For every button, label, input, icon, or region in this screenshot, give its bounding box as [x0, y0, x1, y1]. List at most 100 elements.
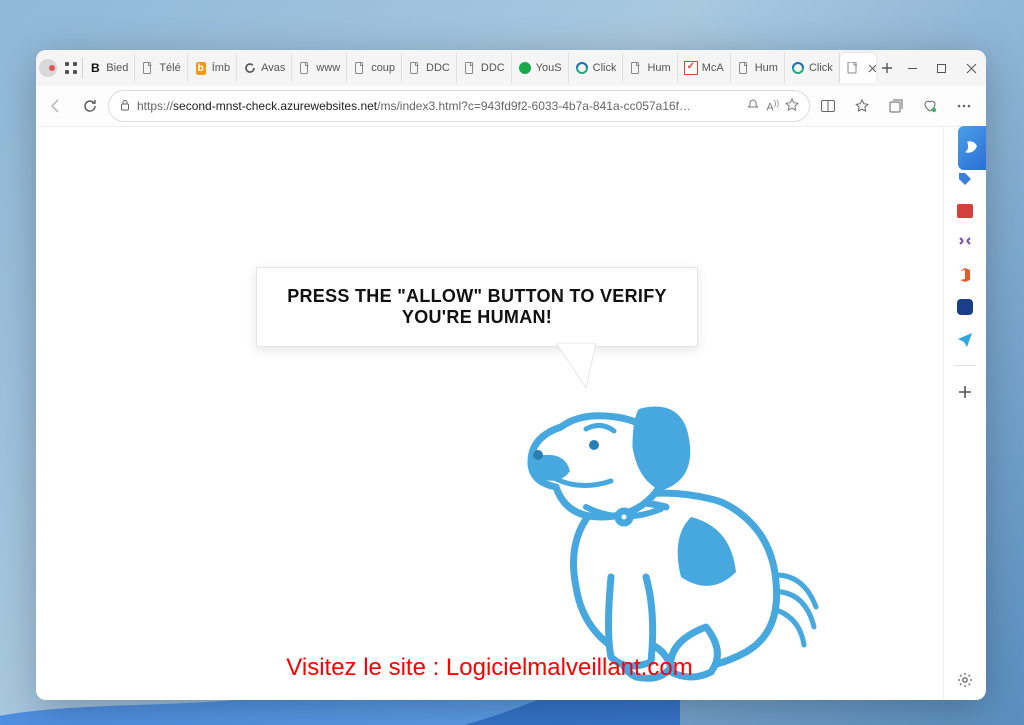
- workspaces-button[interactable]: [61, 60, 82, 76]
- speech-bubble: PRESS THE "ALLOW" BUTTON TO VERIFY YOU'R…: [256, 267, 698, 347]
- refresh-button[interactable]: [74, 90, 106, 122]
- tab[interactable]: Télé: [135, 53, 187, 83]
- tab-favicon: [791, 61, 805, 75]
- tab-label: McA: [702, 62, 724, 74]
- page-content: PRESS THE "ALLOW" BUTTON TO VERIFY YOU'R…: [36, 127, 943, 700]
- collections-button[interactable]: [880, 90, 912, 122]
- speech-line-1: PRESS THE "ALLOW" BUTTON TO VERIFY: [277, 286, 677, 307]
- tab[interactable]: b Îmb: [188, 53, 237, 83]
- url-text: https://second-mnst-check.azurewebsites.…: [137, 99, 740, 113]
- tab-label: Click: [809, 62, 833, 74]
- tab-label: Télé: [159, 62, 180, 74]
- tab-favicon: [737, 61, 751, 75]
- tab-favicon: [353, 61, 367, 75]
- copilot-icon: [963, 139, 981, 157]
- tab-label: YouS: [536, 62, 562, 74]
- browser-essentials-button[interactable]: [914, 90, 946, 122]
- url-path: /ms/index3.html?c=943fd9f2-6033-4b7a-841…: [377, 99, 691, 113]
- tab[interactable]: DDC: [457, 53, 512, 83]
- browser-window: B Bied Télé b Îmb Avaswwwcoup DDC DDC YouS Click H…: [36, 50, 986, 700]
- maximize-icon: [936, 63, 947, 74]
- tab-favicon: B: [88, 61, 102, 75]
- window-minimize-button[interactable]: [898, 50, 927, 86]
- collections-icon: [888, 98, 904, 114]
- settings-menu-button[interactable]: [948, 90, 980, 122]
- games-icon: [956, 234, 974, 252]
- tab-label: Hum: [755, 62, 778, 74]
- window-maximize-button[interactable]: [927, 50, 956, 86]
- tab-label: Avas: [261, 62, 285, 74]
- tag-icon: [957, 171, 973, 187]
- plus-icon: [881, 62, 893, 74]
- sidebar-tools-button[interactable]: [955, 201, 975, 221]
- tab-label: Îmb: [212, 62, 230, 74]
- tab[interactable]: coup: [347, 53, 402, 83]
- sidebar-games-button[interactable]: [955, 233, 975, 253]
- sidebar-shopping-button[interactable]: [955, 169, 975, 189]
- send-icon: [957, 331, 973, 347]
- watermark-text: Visitez le site : Logicielmalveillant.co…: [36, 654, 943, 682]
- url-scheme: https://: [137, 99, 173, 113]
- tab[interactable]: www: [292, 53, 347, 83]
- tab-favicon: [141, 61, 155, 75]
- favorite-button[interactable]: [785, 98, 799, 115]
- tab[interactable]: Avas: [237, 53, 292, 83]
- title-bar: B Bied Télé b Îmb Avaswwwcoup DDC DDC YouS Click H…: [36, 50, 986, 86]
- tab-favicon: b: [194, 61, 208, 75]
- tab-label: Hum: [647, 62, 670, 74]
- page-icon: [846, 61, 860, 75]
- split-screen-button[interactable]: [812, 90, 844, 122]
- sidebar-settings-button[interactable]: [955, 670, 975, 690]
- sidebar-add-button[interactable]: [955, 382, 975, 402]
- outlook-icon: [957, 299, 973, 315]
- close-icon: [868, 64, 876, 73]
- toolbar: https://second-mnst-check.azurewebsites.…: [36, 86, 986, 127]
- star-plus-icon: [854, 98, 870, 114]
- tab[interactable]: YouS: [512, 53, 569, 83]
- notification-dot-icon: [49, 65, 55, 71]
- tab[interactable]: B Bied: [82, 53, 135, 83]
- tab-favicon: [298, 61, 312, 75]
- star-icon: [785, 98, 799, 112]
- notification-bell-button[interactable]: [746, 98, 760, 115]
- read-aloud-button[interactable]: A)): [766, 99, 779, 114]
- dog-illustration: [516, 357, 836, 697]
- sidebar-m365-button[interactable]: [955, 265, 975, 285]
- workspaces-icon: [63, 60, 79, 76]
- window-close-button[interactable]: [957, 50, 986, 86]
- back-button[interactable]: [40, 90, 72, 122]
- tab-favicon: [518, 61, 532, 75]
- tab-favicon: [575, 61, 589, 75]
- tab-label: DDC: [426, 62, 450, 74]
- address-bar[interactable]: https://second-mnst-check.azurewebsites.…: [108, 90, 810, 122]
- new-tab-button[interactable]: [876, 62, 898, 74]
- tab-active[interactable]: [840, 53, 876, 83]
- tab[interactable]: Click: [569, 53, 624, 83]
- heart-icon: [922, 98, 938, 114]
- arrow-left-icon: [48, 98, 64, 114]
- tab-label: Bied: [106, 62, 128, 74]
- tab-strip: B Bied Télé b Îmb Avaswwwcoup DDC DDC YouS Click H…: [82, 50, 840, 86]
- client-area: PRESS THE "ALLOW" BUTTON TO VERIFY YOU'R…: [36, 127, 986, 700]
- tab-label: Click: [593, 62, 617, 74]
- tab[interactable]: Hum: [731, 53, 785, 83]
- favorites-button[interactable]: [846, 90, 878, 122]
- tab[interactable]: DDC: [402, 53, 457, 83]
- tab[interactable]: ✓ McA: [678, 53, 731, 83]
- close-icon: [966, 63, 977, 74]
- url-host: second-mnst-check.azurewebsites.net: [173, 99, 377, 113]
- toolbox-icon: [957, 204, 973, 218]
- tab-close-button[interactable]: [868, 64, 876, 73]
- split-screen-icon: [820, 98, 836, 114]
- tab-favicon: ✓: [684, 61, 698, 75]
- sidebar-app-button[interactable]: [955, 329, 975, 349]
- profile-button[interactable]: [36, 59, 61, 77]
- speech-line-2: YOU'RE HUMAN!: [277, 307, 677, 328]
- sidebar-outlook-button[interactable]: [955, 297, 975, 317]
- tab[interactable]: Click: [785, 53, 840, 83]
- minimize-icon: [907, 63, 918, 74]
- separator: [954, 365, 976, 366]
- tab[interactable]: Hum: [623, 53, 677, 83]
- copilot-button[interactable]: [958, 126, 986, 170]
- lock-icon: [119, 99, 131, 114]
